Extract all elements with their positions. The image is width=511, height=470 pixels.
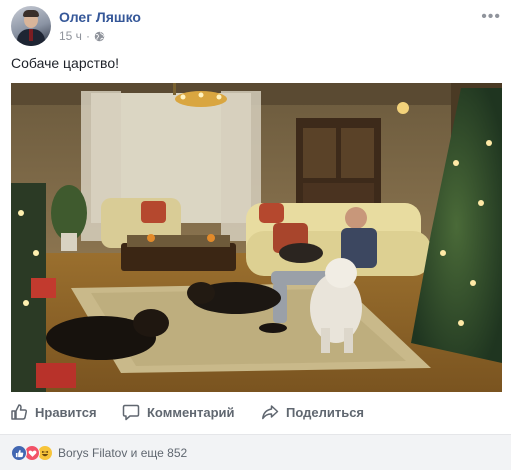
reaction-count-text[interactable]: Borys Filatov и еще 852 bbox=[58, 446, 187, 460]
author-avatar[interactable] bbox=[11, 6, 51, 46]
living-room-dogs-photo bbox=[11, 83, 502, 392]
share-icon bbox=[262, 405, 279, 420]
comment-label: Комментарий bbox=[147, 404, 235, 420]
author-name[interactable]: Олег Ляшко bbox=[59, 9, 141, 25]
comment-icon bbox=[122, 404, 140, 421]
thumbs-up-icon bbox=[11, 404, 27, 420]
like-button[interactable]: Нравится bbox=[10, 403, 97, 421]
post-text: Собаче царство! bbox=[11, 55, 120, 71]
more-options-icon[interactable]: ••• bbox=[481, 8, 501, 26]
like-reaction-icon bbox=[11, 445, 27, 461]
like-label: Нравится bbox=[35, 404, 97, 420]
dot-separator: · bbox=[85, 29, 90, 43]
globe-icon bbox=[94, 31, 105, 41]
post-meta: 15 ч · bbox=[59, 29, 105, 43]
reaction-summary[interactable]: Borys Filatov и еще 852 bbox=[11, 445, 187, 461]
share-label: Поделиться bbox=[286, 404, 365, 420]
reactions-bar: Borys Filatov и еще 852 bbox=[0, 434, 511, 470]
post-actions: Нравится Комментарий Поделиться bbox=[0, 398, 511, 426]
comment-button[interactable]: Комментарий bbox=[122, 403, 235, 421]
share-button[interactable]: Поделиться bbox=[261, 403, 364, 421]
post-header: Олег Ляшко 15 ч · ••• bbox=[11, 6, 501, 48]
post-photo[interactable] bbox=[11, 83, 502, 392]
feed-post: Олег Ляшко 15 ч · ••• Собаче царство! Нр… bbox=[0, 0, 511, 470]
post-timestamp[interactable]: 15 ч bbox=[59, 29, 82, 43]
